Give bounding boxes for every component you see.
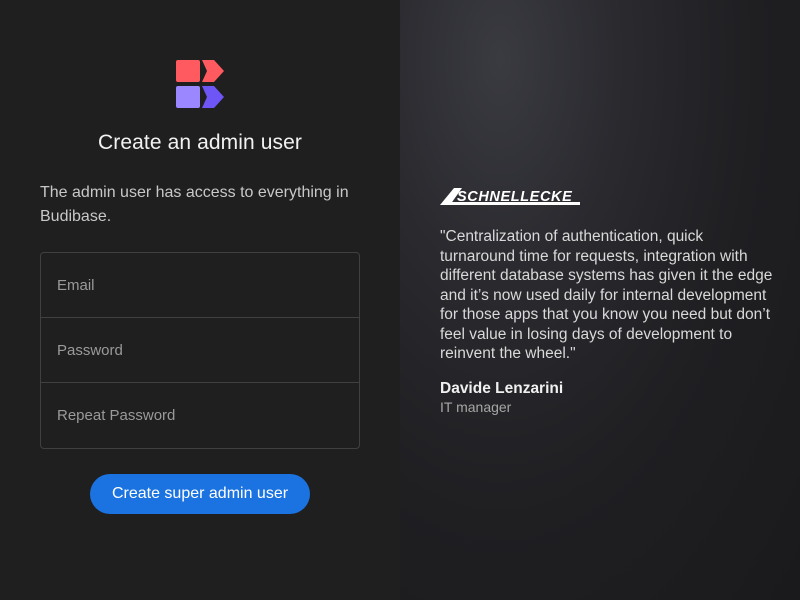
admin-setup-page: Create an admin user The admin user has … [0, 0, 800, 600]
quote-line: turnaround time for requests, integratio… [440, 247, 748, 265]
email-field[interactable] [41, 253, 359, 317]
quote-line: reinvent the wheel." [440, 345, 576, 362]
repeat-password-field-container [41, 383, 359, 448]
admin-form-panel: Create an admin user The admin user has … [0, 0, 400, 600]
company-logo-text: SCHNELLECKE [457, 189, 573, 205]
credentials-form [40, 252, 360, 449]
password-field[interactable] [41, 318, 359, 382]
quote-line: feel value in losing days of development… [440, 325, 733, 343]
testimonial-author-name: Davide Lenzarini [440, 380, 564, 397]
budibase-logo-icon [176, 60, 224, 108]
create-super-admin-button[interactable]: Create super admin user [90, 474, 310, 514]
quote-line: for those apps that you know you need bu… [440, 306, 771, 323]
quote-line: "Centralization of authentication, quick [440, 228, 704, 245]
quote-line: different database systems has given it … [440, 267, 773, 284]
page-description: The admin user has access to everything … [40, 184, 349, 225]
testimonial-quote: "Centralization of authentication, quick… [440, 227, 800, 364]
quote-line: and it’s now used daily for internal dev… [440, 286, 767, 304]
page-title: Create an admin user [98, 131, 302, 154]
testimonial-panel: SCHNELLECKE "Centralization of authentic… [400, 0, 800, 600]
testimonial-author-role: IT manager [440, 399, 512, 415]
repeat-password-field[interactable] [41, 383, 359, 448]
password-field-container [41, 318, 359, 383]
email-field-container [41, 253, 359, 318]
schnellecke-logo: SCHNELLECKE [440, 188, 580, 205]
